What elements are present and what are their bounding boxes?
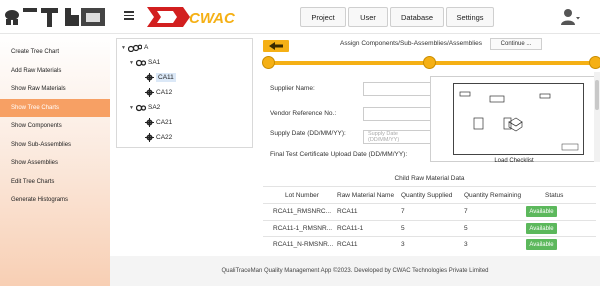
nav-settings-button[interactable]: Settings [446, 7, 494, 27]
tree-node-label: CA11 [156, 73, 176, 82]
tree-node-label: A [144, 44, 149, 51]
sidebar-item-show-components[interactable]: Show Components [0, 117, 110, 136]
nav-database-button[interactable]: Database [390, 7, 444, 27]
tree-node-ca22[interactable]: CA22 [145, 132, 172, 143]
tree-node-label: SA2 [148, 104, 161, 111]
nav-user-button[interactable]: User [348, 7, 388, 27]
caret-down-icon[interactable]: ▼ [129, 60, 136, 66]
tree-node-ca11[interactable]: CA11 [145, 72, 176, 83]
menu-toggle-button[interactable] [124, 11, 134, 20]
checklist-preview[interactable]: Load Checklist [430, 76, 596, 164]
page-footer: QualiTraceMan Quality Management App ©20… [110, 256, 600, 286]
back-button[interactable] [263, 40, 289, 52]
table-divider [263, 186, 596, 187]
user-account-icon[interactable] [560, 8, 580, 26]
sidebar-item-show-tree-charts[interactable]: Show Tree Charts [0, 98, 110, 117]
col-header-lot-number: Lot Number [285, 192, 319, 199]
sidebar-item-edit-tree-charts[interactable]: Edit Tree Charts [0, 173, 110, 192]
table-divider [263, 236, 596, 237]
cell-quantity-supplied: 7 [401, 208, 405, 215]
gear-icon [145, 133, 154, 142]
table-divider [263, 220, 596, 221]
sub-assembly-icon [136, 59, 146, 67]
tree-node-sa2[interactable]: ▼ SA2 [129, 102, 160, 113]
supply-date-field[interactable]: Supply Date (DD/MM/YY) [363, 130, 431, 144]
tree-node-label: SA1 [148, 59, 161, 66]
cell-raw-material-name: RCA11-1 [337, 225, 364, 232]
sidebar-item-generate-histograms[interactable]: Generate Histograms [0, 191, 110, 210]
cell-quantity-supplied: 5 [401, 225, 405, 232]
svg-text:CWAC: CWAC [189, 10, 235, 27]
tree-node-ca12[interactable]: CA12 [145, 87, 172, 98]
sidebar: Create Tree Chart Add Raw Materials Show… [0, 34, 110, 286]
checklist-drawing [453, 83, 584, 155]
cell-lot-number: RCA11_N-RMSNR... [273, 241, 334, 248]
cell-lot-number: RCA11_RMSNRC... [273, 208, 332, 215]
arrow-left-icon [269, 42, 283, 50]
tree-node-root[interactable]: ▼ A [121, 42, 148, 53]
assembly-icon [128, 44, 142, 52]
vendor-ref-field[interactable] [363, 107, 431, 121]
checklist-caption: Load Checklist [494, 158, 534, 164]
col-header-status: Status [545, 192, 564, 199]
caret-down-icon[interactable]: ▼ [121, 45, 128, 51]
gear-icon [145, 88, 154, 97]
gear-icon [145, 118, 154, 127]
supplier-name-field[interactable] [363, 82, 431, 96]
tree-node-label: CA21 [156, 119, 173, 126]
col-header-raw-material-name: Raw Material Name [337, 192, 395, 199]
sub-assembly-icon [136, 104, 146, 112]
cell-lot-number: RCA11-1_RMSNR... [273, 225, 333, 232]
table-title: Child Raw Material Data [394, 175, 465, 182]
top-header: CWAC Project User Database Settings [0, 0, 600, 34]
sidebar-item-show-raw-materials[interactable]: Show Raw Materials [0, 80, 110, 99]
status-badge: Available [526, 239, 557, 250]
nav-project-button[interactable]: Project [300, 7, 346, 27]
col-header-quantity-remaining: Quantity Remaining [464, 192, 522, 199]
tree-node-ca21[interactable]: CA21 [145, 117, 172, 128]
gear-icon [145, 73, 154, 82]
cell-raw-material-name: RCA11 [337, 241, 358, 248]
cell-quantity-supplied: 3 [401, 241, 405, 248]
stepper-dot-2[interactable] [423, 56, 436, 69]
tree-node-label: CA22 [156, 134, 173, 141]
scrollbar-thumb[interactable] [595, 80, 599, 110]
cell-quantity-remaining: 3 [464, 241, 468, 248]
drawing-thumbnail-icon [459, 91, 579, 151]
sidebar-item-show-assemblies[interactable]: Show Assemblies [0, 154, 110, 173]
col-header-quantity-supplied: Quantity Supplied [401, 192, 453, 199]
step-breadcrumb: Assign Components/Sub-Assemblies/Assembl… [340, 40, 482, 47]
cell-raw-material-name: RCA11 [337, 208, 358, 215]
cert-date-label: Final Test Certificate Upload Date (DD/M… [270, 151, 408, 158]
caret-down-icon[interactable]: ▼ [129, 105, 136, 111]
supplier-name-label: Supplier Name: [270, 85, 315, 92]
status-badge: Available [526, 206, 557, 217]
company-logo-icon [5, 8, 105, 27]
vendor-ref-label: Vendor Reference No.: [270, 110, 337, 117]
cell-quantity-remaining: 5 [464, 225, 468, 232]
stepper-dot-3[interactable] [589, 56, 600, 69]
sidebar-item-create-tree-chart[interactable]: Create Tree Chart [0, 43, 110, 62]
tree-node-label: CA12 [156, 89, 173, 96]
tree-node-sa1[interactable]: ▼ SA1 [129, 57, 160, 68]
table-divider [263, 203, 596, 204]
sidebar-item-show-sub-assemblies[interactable]: Show Sub-Assemblies [0, 136, 110, 155]
supply-date-label: Supply Date (DD/MM/YY): [270, 130, 346, 137]
tree-chart-panel: ▼ A ▼ SA1 CA11 CA12 ▼ SA2 CA21 CA22 [116, 38, 253, 148]
continue-button[interactable]: Continue ... [490, 38, 542, 50]
cwac-logo-icon: CWAC [147, 7, 235, 27]
status-badge: Available [526, 223, 557, 234]
form-scrollbar[interactable] [594, 72, 600, 162]
sidebar-item-add-raw-materials[interactable]: Add Raw Materials [0, 62, 110, 81]
cell-quantity-remaining: 7 [464, 208, 468, 215]
stepper-dot-1[interactable] [262, 56, 275, 69]
